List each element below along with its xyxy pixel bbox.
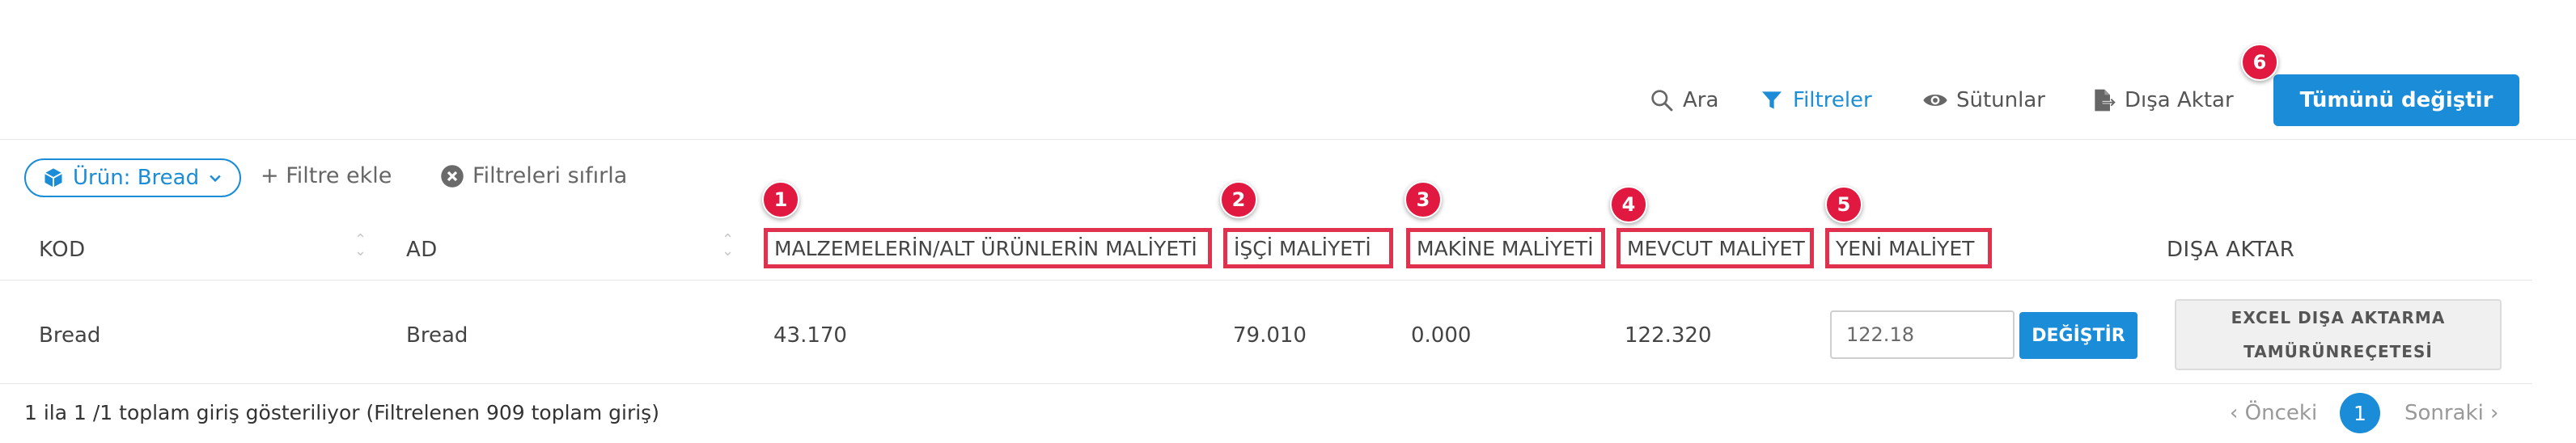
cell-kod: Bread [39,323,101,348]
change-all-button[interactable]: Tümünü değiştir [2273,74,2519,126]
cell-ad: Bread [406,323,468,348]
next-page-button[interactable]: Sonraki › [2404,401,2498,425]
column-header-materials-cost[interactable]: MALZEMELERİN/ALT ÜRÜNLERİN MALİYETİ [764,228,1212,268]
excel-export-line2: TAMÜRÜNREÇETESİ [2243,342,2433,361]
file-export-icon [2095,89,2116,112]
cell-machine-cost: 0.000 [1411,323,1472,348]
reset-filters-button[interactable]: Filtreleri sıfırla [440,163,627,188]
annotation-badge-3: 3 [1405,181,1442,218]
product-filter-chip[interactable]: Ürün: Bread [24,158,242,197]
filters-label: Filtreler [1793,88,1872,112]
eye-icon [1923,95,1947,106]
row-divider [0,383,2532,384]
filter-icon [1762,91,1782,109]
product-filter-label: Ürün: Bread [73,166,200,190]
cube-icon [44,168,62,188]
column-header-new-cost[interactable]: YENİ MALİYET [1825,228,1992,268]
change-all-label: Tümünü değiştir [2299,88,2493,112]
excel-export-button[interactable]: EXCEL DIŞA AKTARMA TAMÜRÜNREÇETESİ [2175,299,2502,370]
chevron-down-icon [210,175,221,183]
column-header-kod[interactable]: KOD [39,238,86,262]
annotation-badge-4: 4 [1610,186,1647,223]
clear-circle-icon [441,164,464,188]
column-header-machine-cost[interactable]: MAKİNE MALİYETİ [1406,228,1605,268]
search-button[interactable]: Ara [1649,84,1718,116]
annotation-badge-1: 1 [762,181,799,218]
cell-materials-cost: 43.170 [773,323,847,348]
add-filter-button[interactable]: + Filtre ekle [261,163,392,188]
change-label: DEĞİŞTİR [2032,325,2125,346]
pagination-info: 1 ila 1 /1 toplam giriş gösteriliyor (Fi… [24,401,659,424]
add-filter-label: + Filtre ekle [261,163,392,188]
sort-icon-kod[interactable]: ⌃ ⌄ [354,233,366,259]
search-label: Ara [1683,88,1719,112]
search-icon [1651,90,1673,112]
sort-icon-ad[interactable]: ⌃ ⌄ [722,233,734,259]
annotation-badge-2: 2 [1220,181,1257,218]
export-button[interactable]: Dışa Aktar [2091,84,2234,116]
change-button[interactable]: DEĞİŞTİR [2019,312,2137,359]
excel-export-line1: EXCEL DIŞA AKTARMA [2231,308,2446,327]
toolbar-divider [0,139,2576,140]
column-header-labor-cost[interactable]: İŞÇİ MALİYETİ [1223,228,1393,268]
column-header-export: DIŞA AKTAR [2167,238,2295,262]
column-header-ad[interactable]: AD [406,238,438,262]
cell-current-cost: 122.320 [1625,323,1712,348]
columns-label: Sütunlar [1956,88,2045,112]
column-header-current-cost[interactable]: MEVCUT MALİYET [1616,228,1814,268]
annotation-badge-6: 6 [2241,44,2278,81]
previous-page-button[interactable]: ‹ Önceki [2230,401,2317,425]
new-cost-input[interactable] [1830,310,2015,359]
export-label: Dışa Aktar [2125,88,2234,112]
annotation-badge-5: 5 [1825,186,1862,223]
cell-labor-cost: 79.010 [1233,323,1307,348]
page-number-button[interactable]: 1 [2340,393,2380,433]
header-divider [0,280,2532,281]
reset-filters-label: Filtreleri sıfırla [472,163,628,188]
columns-button[interactable]: Sütunlar [1922,84,2045,116]
filters-button[interactable]: Filtreler [1759,84,1872,116]
